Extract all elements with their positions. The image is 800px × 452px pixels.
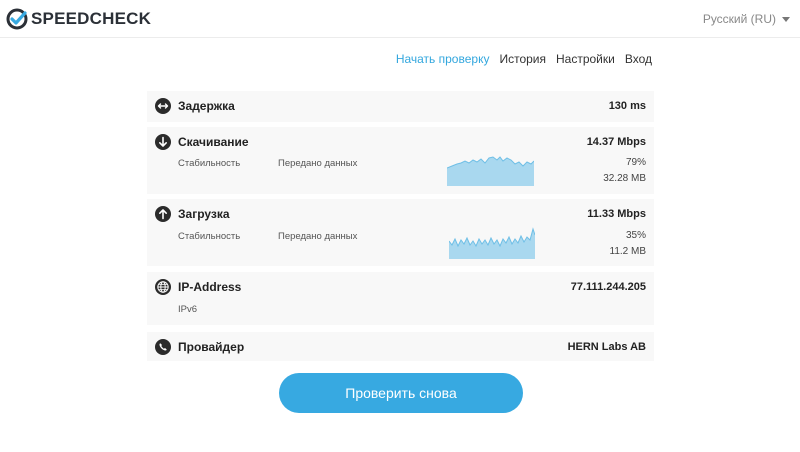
provider-row: Провайдер HERN Labs AB — [147, 332, 654, 361]
download-graph — [447, 156, 534, 186]
upload-transferred-value: 11.2 MB — [609, 246, 647, 257]
upload-stability-label: Стабильность — [178, 231, 241, 242]
ip-value: 77.111.244.205 — [570, 281, 646, 293]
download-transferred-value: 32.28 MB — [603, 173, 646, 184]
download-transferred-label: Передано данных — [278, 158, 358, 169]
upload-label: Загрузка — [178, 207, 230, 221]
download-stability-value: 79% — [625, 157, 646, 168]
download-stability-label: Стабильность — [178, 158, 241, 169]
provider-value: HERN Labs AB — [567, 341, 646, 353]
upload-value: 11.33 Mbps — [587, 208, 646, 220]
retest-button[interactable]: Проверить снова — [279, 373, 523, 413]
arrow-up-icon — [155, 206, 171, 222]
phone-icon — [155, 339, 171, 355]
ip-row: IP-Address 77.111.244.205 IPv6 — [147, 272, 654, 325]
download-row: Скачивание 14.37 Mbps Стабильность Перед… — [147, 127, 654, 194]
logo-text: SPEEDCHECK — [31, 9, 152, 28]
main-nav: Начать проверку История Настройки Вход — [396, 52, 652, 66]
logo[interactable]: SPEEDCHECK — [6, 8, 151, 30]
nav-login[interactable]: Вход — [625, 52, 652, 66]
latency-value: 130 ms — [608, 100, 646, 112]
upload-graph — [449, 227, 535, 259]
ip-label: IP-Address — [178, 280, 242, 294]
download-label: Скачивание — [178, 135, 249, 149]
language-label: Русский (RU) — [702, 12, 776, 26]
nav-history[interactable]: История — [499, 52, 546, 66]
download-value: 14.37 Mbps — [586, 136, 646, 148]
arrows-horizontal-icon — [155, 98, 171, 114]
latency-row: Задержка 130 ms — [147, 91, 654, 122]
upload-row: Загрузка 11.33 Mbps Стабильность Передан… — [147, 199, 654, 266]
globe-icon — [155, 279, 171, 295]
caret-down-icon — [782, 16, 790, 22]
upload-transferred-label: Передано данных — [278, 231, 358, 242]
provider-label: Провайдер — [178, 340, 245, 354]
nav-start-test[interactable]: Начать проверку — [396, 52, 490, 66]
speedcheck-logo-icon — [6, 8, 28, 30]
upload-stability-value: 35% — [625, 230, 646, 241]
arrow-down-icon — [155, 134, 171, 150]
nav-settings[interactable]: Настройки — [556, 52, 615, 66]
language-selector[interactable]: Русский (RU) — [703, 12, 790, 26]
top-header: SPEEDCHECK Русский (RU) — [0, 0, 800, 38]
ip-version: IPv6 — [178, 304, 198, 315]
latency-label: Задержка — [178, 99, 235, 113]
